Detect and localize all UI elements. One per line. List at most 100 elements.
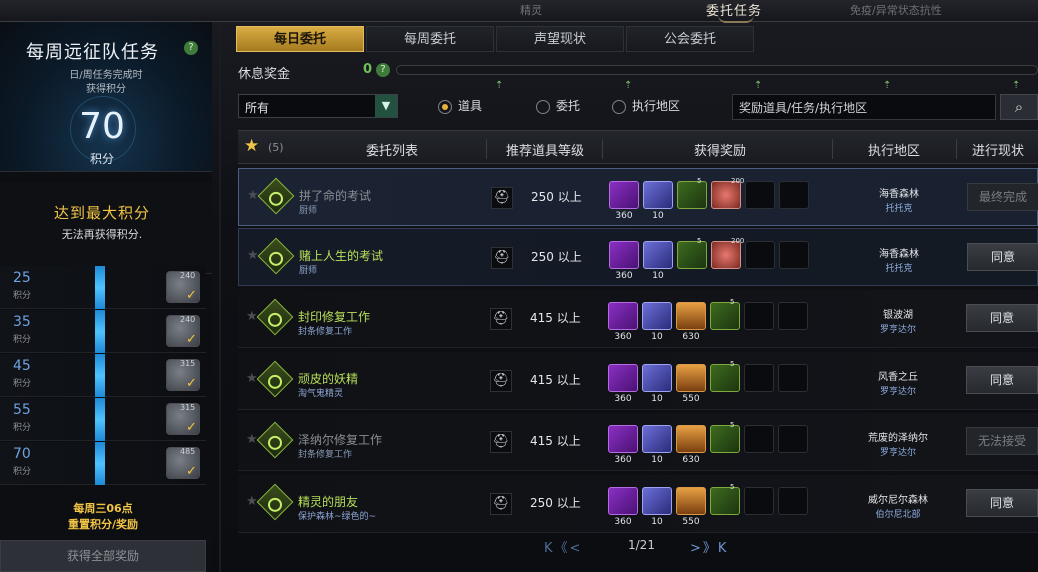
region-name: 海香森林 bbox=[879, 249, 919, 260]
region-name: 风香之丘 bbox=[878, 372, 918, 383]
item-level: 250 以上 bbox=[531, 250, 582, 264]
reward-fire-icon[interactable] bbox=[676, 487, 706, 515]
reward-gem-icon[interactable] bbox=[643, 241, 673, 269]
quest-subtitle: 厨师 bbox=[299, 206, 318, 216]
tier-item[interactable]: 70 积分 485 ✓ bbox=[0, 442, 206, 485]
reward-potion-icon[interactable] bbox=[710, 364, 740, 392]
next-page-buttons[interactable]: >》K bbox=[690, 537, 728, 556]
reward-count: 630 bbox=[682, 455, 700, 465]
main-panel: 每日委托 每周委托 声望现状 公会委托 休息奖金 0 ? ⇡ ⇡ ⇡ ⇡ ⇡ 所… bbox=[236, 22, 1038, 572]
reward-purple-icon[interactable] bbox=[608, 425, 638, 453]
tier-value: 35 bbox=[13, 314, 31, 330]
region-area: 罗亨达尔 bbox=[879, 325, 916, 335]
quest-subtitle: 封条修复工作 bbox=[298, 450, 353, 460]
region-name: 海香森林 bbox=[879, 189, 919, 200]
filter-bar: 所有 ▼ 道具 委托 执行地区 奖励道具/任务/执行地区 ⌕ bbox=[236, 94, 1038, 120]
arrow-up-icon: ⇡ bbox=[754, 80, 763, 91]
reward-count: 360 bbox=[614, 394, 632, 404]
reward-gem-icon[interactable] bbox=[642, 487, 672, 515]
search-button[interactable]: ⌕ bbox=[1000, 94, 1038, 120]
help-icon[interactable]: ? bbox=[184, 41, 198, 55]
search-input[interactable]: 奖励道具/任务/执行地区 bbox=[732, 94, 996, 120]
table-row[interactable]: ★ 赌上人生的考试 厨师 ⛑ 250 以上 360 10 5 200 海香森林 托托克 同意 bbox=[238, 228, 1038, 286]
accept-button[interactable]: 同意 bbox=[966, 366, 1038, 394]
points-value: 70 bbox=[79, 106, 125, 147]
reward-purple-icon[interactable] bbox=[608, 487, 638, 515]
accept-button[interactable]: 无法接受 bbox=[966, 427, 1038, 455]
helmet-icon: ⛑ bbox=[491, 247, 513, 269]
empty-reward-slot bbox=[779, 241, 809, 269]
quest-subtitle: 厨师 bbox=[299, 266, 318, 276]
item-level: 415 以上 bbox=[530, 373, 581, 387]
tier-item[interactable]: 45 积分 315 ✓ bbox=[0, 354, 206, 397]
reward-count: 10 bbox=[652, 271, 664, 281]
reward-potion-icon[interactable] bbox=[710, 302, 740, 330]
prev-page-buttons[interactable]: K《< bbox=[544, 537, 582, 556]
tab-daily[interactable]: 每日委托 bbox=[236, 26, 364, 52]
arrow-up-icon: ⇡ bbox=[883, 80, 892, 91]
accept-button[interactable]: 最终完成 bbox=[967, 183, 1038, 211]
tier-progress-bar bbox=[95, 266, 105, 309]
reward-fire-icon[interactable] bbox=[676, 425, 706, 453]
radio-region[interactable]: 执行地区 bbox=[612, 97, 680, 115]
table-row[interactable]: ★ 泽纳尔修复工作 封条修复工作 ⛑ 415 以上 360 10 630 5 荒废的泽纳尔 罗亨达尔… bbox=[238, 413, 1038, 471]
tier-value: 55 bbox=[13, 402, 31, 418]
quest-type-icon bbox=[256, 298, 294, 336]
tab-elf[interactable]: 精灵 bbox=[520, 2, 542, 18]
check-icon: ✓ bbox=[186, 376, 197, 391]
reward-fire-icon[interactable] bbox=[676, 302, 706, 330]
tier-item[interactable]: 25 积分 240 ✓ bbox=[0, 266, 206, 309]
reward-purple-icon[interactable] bbox=[608, 364, 638, 392]
empty-reward-slot bbox=[744, 487, 774, 515]
tab-reputation[interactable]: 声望现状 bbox=[496, 26, 624, 52]
table-row[interactable]: ★ 精灵的朋友 保护森林~绿色的~ ⛑ 250 以上 360 10 550 5 威尔尼尔森林 伯尔尼… bbox=[238, 475, 1038, 533]
tab-guild[interactable]: 公会委托 bbox=[626, 26, 754, 52]
accept-button[interactable]: 同意 bbox=[966, 489, 1038, 517]
quest-name: 泽纳尔修复工作 bbox=[298, 433, 383, 447]
tier-item[interactable]: 55 积分 315 ✓ bbox=[0, 398, 206, 441]
quest-name: 封印修复工作 bbox=[298, 310, 371, 324]
tier-value: 70 bbox=[13, 446, 31, 462]
weekly-sub2: 获得积分 bbox=[86, 84, 126, 95]
reward-potion-icon[interactable] bbox=[677, 181, 707, 209]
empty-reward-slot bbox=[779, 181, 809, 209]
chevron-down-icon[interactable]: ▼ bbox=[375, 95, 397, 117]
reward-gem-icon[interactable] bbox=[642, 302, 672, 330]
reward-purple-icon[interactable] bbox=[609, 181, 639, 209]
reward-count: 360 bbox=[615, 211, 633, 221]
helmet-icon: ⛑ bbox=[490, 431, 512, 453]
star-icon[interactable]: ★ bbox=[244, 136, 259, 156]
tab-immunity[interactable]: 免疫/异常状态抗性 bbox=[850, 2, 942, 18]
reward-fire-icon[interactable] bbox=[676, 364, 706, 392]
reward-purple-icon[interactable] bbox=[608, 302, 638, 330]
reward-gem-icon[interactable] bbox=[643, 181, 673, 209]
tab-weekly[interactable]: 每周委托 bbox=[366, 26, 494, 52]
table-row[interactable]: ★ 拼了命的考试 厨师 ⛑ 250 以上 360 10 5 200 海香森林 托托克 最终完成 bbox=[238, 168, 1038, 226]
reward-gem-icon[interactable] bbox=[642, 425, 672, 453]
table-row[interactable]: ★ 顽皮的妖精 淘气鬼精灵 ⛑ 415 以上 360 10 550 5 风香之丘 罗亨达尔 同意 bbox=[238, 352, 1038, 410]
get-all-rewards-button[interactable]: 获得全部奖励 bbox=[0, 540, 206, 572]
reward-list: 360 10 5 200 bbox=[609, 235, 809, 281]
category-select[interactable]: 所有 ▼ bbox=[238, 94, 398, 118]
radio-commission[interactable]: 委托 bbox=[536, 97, 580, 115]
reward-gem-icon[interactable] bbox=[642, 364, 672, 392]
reward-count: 630 bbox=[682, 332, 700, 342]
accept-button[interactable]: 同意 bbox=[967, 243, 1038, 271]
help-icon[interactable]: ? bbox=[376, 63, 390, 77]
reward-heart-icon[interactable] bbox=[711, 241, 741, 269]
tier-item[interactable]: 35 积分 240 ✓ bbox=[0, 310, 206, 353]
reward-potion-icon[interactable] bbox=[710, 425, 740, 453]
reward-purple-icon[interactable] bbox=[609, 241, 639, 269]
reward-count: 360 bbox=[614, 455, 632, 465]
reward-potion-icon[interactable] bbox=[677, 241, 707, 269]
reward-potion-icon[interactable] bbox=[710, 487, 740, 515]
reward-heart-icon[interactable] bbox=[711, 181, 741, 209]
reward-list: 360 10 630 5 bbox=[608, 296, 808, 342]
table-row[interactable]: ★ 封印修复工作 封条修复工作 ⛑ 415 以上 360 10 630 5 银波湖 罗亨达尔 同意 bbox=[238, 290, 1038, 348]
reward-badge: 200 bbox=[731, 237, 745, 245]
arrow-up-icon: ⇡ bbox=[624, 80, 633, 91]
radio-item[interactable]: 道具 bbox=[438, 97, 482, 115]
weekly-expedition-box: 每周远征队任务 ? 日/周任务完成时 获得积分 70 积分 bbox=[0, 22, 212, 172]
accept-button[interactable]: 同意 bbox=[966, 304, 1038, 332]
check-icon: ✓ bbox=[186, 420, 197, 435]
